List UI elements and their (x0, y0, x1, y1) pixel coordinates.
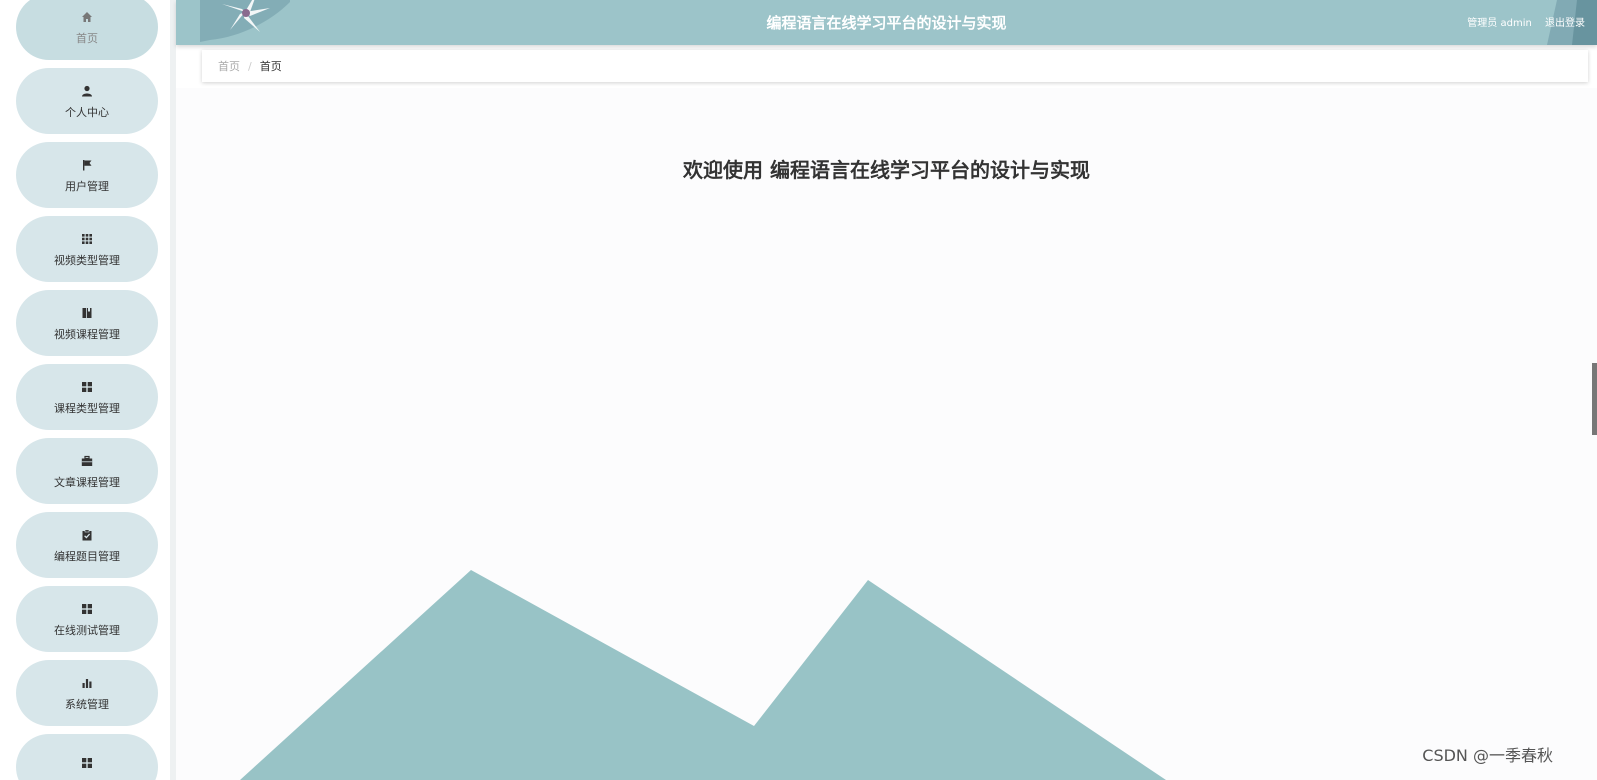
briefcase-icon (80, 454, 94, 468)
sidebar-item-more[interactable] (16, 734, 158, 780)
user-icon (80, 84, 94, 98)
sidebar-item-user-management[interactable]: 用户管理 (16, 142, 158, 208)
sidebar-item-video-course[interactable]: 视频课程管理 (16, 290, 158, 356)
sidebar-item-label: 视频类型管理 (54, 253, 120, 267)
top-header: 编程语言在线学习平台的设计与实现 管理员 admin 退出登录 (176, 0, 1597, 45)
sidebar-item-programming-questions[interactable]: 编程题目管理 (16, 512, 158, 578)
sidebar-item-personal-center[interactable]: 个人中心 (16, 68, 158, 134)
sidebar-item-label: 个人中心 (65, 105, 109, 119)
sidebar-item-label: 视频课程管理 (54, 327, 120, 341)
squares-icon (80, 380, 94, 394)
app-root: 首页 个人中心 用户管理 视频类型管理 视频课程管理 课程类型管理 文章课程管理… (0, 0, 1597, 780)
sidebar: 首页 个人中心 用户管理 视频类型管理 视频课程管理 课程类型管理 文章课程管理… (0, 0, 170, 780)
sidebar-item-label: 首页 (76, 31, 98, 45)
sidebar-item-label: 用户管理 (65, 179, 109, 193)
sidebar-item-course-type[interactable]: 课程类型管理 (16, 364, 158, 430)
sidebar-item-label: 系统管理 (65, 697, 109, 711)
header-user-area: 管理员 admin 退出登录 (1457, 14, 1585, 29)
watermark: CSDN @一季春秋 (1422, 746, 1553, 765)
logout-button[interactable]: 退出登录 (1545, 18, 1585, 29)
book-icon (80, 306, 94, 320)
welcome-heading: 欢迎使用 编程语言在线学习平台的设计与实现 (683, 158, 1090, 182)
main-content: 欢迎使用 编程语言在线学习平台的设计与实现 (176, 88, 1597, 780)
scrollbar-thumb[interactable] (1592, 363, 1597, 435)
grid-icon (80, 232, 94, 246)
sidebar-item-system[interactable]: 系统管理 (16, 660, 158, 726)
clipboard-icon (80, 528, 94, 542)
squares-icon (80, 756, 94, 770)
sidebar-item-label: 在线测试管理 (54, 623, 120, 637)
sidebar-item-online-test[interactable]: 在线测试管理 (16, 586, 158, 652)
breadcrumb: 首页 / 首页 (202, 50, 1588, 82)
current-user-label: 管理员 admin (1467, 18, 1532, 29)
sidebar-item-article-course[interactable]: 文章课程管理 (16, 438, 158, 504)
breadcrumb-separator: / (248, 59, 252, 73)
sidebar-item-video-type[interactable]: 视频类型管理 (16, 216, 158, 282)
breadcrumb-home-link[interactable]: 首页 (218, 58, 240, 74)
squares-icon (80, 602, 94, 616)
flag-icon (80, 158, 94, 172)
app-title: 编程语言在线学习平台的设计与实现 (766, 14, 1007, 32)
home-icon (80, 10, 94, 24)
breadcrumb-current: 首页 (259, 60, 282, 73)
mountain-illustration (240, 570, 1166, 780)
bar-chart-icon (80, 676, 94, 690)
sidebar-item-label: 文章课程管理 (54, 475, 120, 489)
sidebar-item-label: 课程类型管理 (54, 401, 120, 415)
sidebar-item-home[interactable]: 首页 (16, 0, 158, 60)
sidebar-item-label: 编程题目管理 (54, 549, 120, 563)
